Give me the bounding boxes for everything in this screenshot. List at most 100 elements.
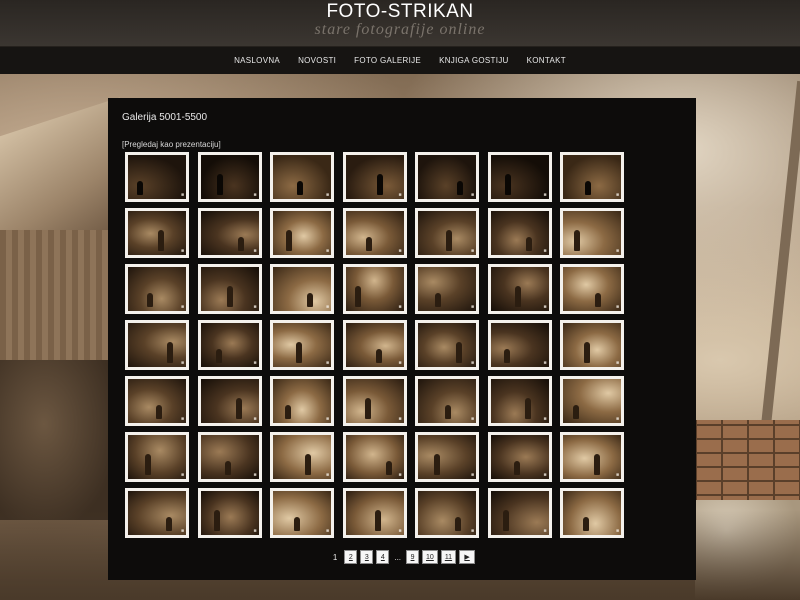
gallery-thumbnail[interactable]: ■	[197, 264, 262, 314]
pagination-page[interactable]: 4	[376, 550, 390, 564]
thumbnail-photo: ■	[128, 323, 186, 367]
watermark-icon: ■	[180, 192, 184, 198]
gallery-thumbnail[interactable]: ■	[560, 208, 624, 258]
gallery-thumbnail[interactable]: ■	[125, 320, 189, 370]
thumbnail-figure	[505, 174, 511, 196]
thumbnail-photo: ■	[418, 267, 476, 311]
gallery-thumbnail[interactable]: ■	[342, 376, 407, 426]
gallery-thumbnail[interactable]: ■	[125, 376, 189, 426]
watermark-icon: ■	[325, 360, 329, 366]
watermark-icon: ■	[253, 416, 257, 422]
thumbnail-photo: ■	[563, 323, 621, 367]
thumbnail-photo: ■	[200, 491, 259, 535]
gallery-thumbnail[interactable]: ■	[125, 488, 189, 538]
thumbnail-figure	[456, 181, 463, 196]
gallery-thumbnail[interactable]: ■	[197, 488, 262, 538]
gallery-thumbnail[interactable]: ■	[487, 320, 552, 370]
gallery-thumbnail[interactable]: ■	[270, 264, 334, 314]
thumbnail-figure	[365, 237, 372, 252]
gallery-thumbnail[interactable]: ■	[342, 432, 407, 482]
gallery-thumbnail[interactable]: ■	[342, 152, 407, 202]
gallery-thumbnail[interactable]: ■	[270, 432, 334, 482]
gallery-thumbnail[interactable]: ■	[270, 376, 334, 426]
watermark-icon: ■	[470, 192, 474, 198]
thumbnail-figure	[146, 293, 153, 308]
gallery-thumbnail[interactable]: ■	[342, 320, 407, 370]
watermark-icon: ■	[470, 528, 474, 534]
gallery-thumbnail[interactable]: ■	[415, 432, 479, 482]
thumbnail-figure	[593, 454, 600, 476]
gallery-thumbnail[interactable]: ■	[270, 208, 334, 258]
gallery-thumbnail[interactable]: ■	[415, 264, 479, 314]
watermark-icon: ■	[180, 248, 184, 254]
gallery-thumbnail[interactable]: ■	[197, 208, 262, 258]
pagination-page[interactable]: 3	[360, 550, 374, 564]
slideshow-link[interactable]: [Pregledaj kao prezentaciju]	[122, 140, 221, 149]
nav-item-novosti[interactable]: NOVOSTI	[298, 56, 336, 65]
nav-item-knjiga-gostiju[interactable]: KNJIGA GOSTIJU	[439, 56, 509, 65]
nav-item-naslovna[interactable]: NASLOVNA	[234, 56, 280, 65]
watermark-icon: ■	[325, 192, 329, 198]
gallery-thumbnail[interactable]: ■	[270, 320, 334, 370]
gallery-thumbnail[interactable]: ■	[342, 208, 407, 258]
watermark-icon: ■	[253, 304, 257, 310]
gallery-thumbnail[interactable]: ■	[270, 152, 334, 202]
background-bricks	[695, 420, 800, 510]
gallery-thumbnail[interactable]: ■	[125, 432, 189, 482]
gallery-thumbnail[interactable]: ■	[487, 488, 552, 538]
gallery-thumbnail[interactable]: ■	[415, 488, 479, 538]
gallery-thumbnail[interactable]: ■	[560, 264, 624, 314]
thumbnail-figure	[513, 461, 520, 476]
thumbnail-photo: ■	[273, 211, 331, 255]
thumbnail-figure	[354, 286, 361, 308]
gallery-thumbnail[interactable]: ■	[487, 152, 552, 202]
gallery-thumbnail[interactable]: ■	[415, 208, 479, 258]
gallery-thumbnail[interactable]: ■	[197, 376, 262, 426]
thumbnail-figure	[295, 342, 302, 364]
gallery-thumbnail[interactable]: ■	[197, 320, 262, 370]
gallery-thumbnail[interactable]: ■	[487, 264, 552, 314]
gallery-thumbnail[interactable]: ■	[197, 152, 262, 202]
gallery-thumbnail[interactable]: ■	[487, 208, 552, 258]
site-title[interactable]: FOTO-STRIKAN	[0, 0, 800, 23]
thumbnail-photo: ■	[418, 435, 476, 479]
thumbnail-figure	[434, 293, 441, 308]
gallery-thumbnail[interactable]: ■	[342, 488, 407, 538]
thumbnail-figure	[385, 461, 392, 476]
thumbnail-figure	[236, 398, 243, 420]
pagination-page[interactable]: 2	[344, 550, 358, 564]
gallery-thumbnail[interactable]: ■	[560, 376, 624, 426]
thumbnail-figure	[294, 517, 301, 532]
gallery-thumbnail[interactable]: ■	[560, 432, 624, 482]
gallery-thumbnail[interactable]: ■	[487, 376, 552, 426]
watermark-icon: ■	[398, 304, 402, 310]
watermark-icon: ■	[253, 248, 257, 254]
gallery-thumbnail[interactable]: ■	[125, 264, 189, 314]
gallery-thumbnail[interactable]: ■	[560, 488, 624, 538]
pagination-next-button[interactable]: ▶	[459, 550, 476, 564]
gallery-thumbnail[interactable]: ■	[125, 152, 189, 202]
thumbnail-photo: ■	[490, 379, 549, 423]
gallery-thumbnail[interactable]: ■	[415, 152, 479, 202]
watermark-icon: ■	[543, 528, 547, 534]
gallery-thumbnail[interactable]: ■	[415, 376, 479, 426]
nav-item-foto-galerije[interactable]: FOTO GALERIJE	[354, 56, 421, 65]
gallery-thumbnail[interactable]: ■	[342, 264, 407, 314]
pagination-page[interactable]: 10	[422, 550, 438, 564]
gallery-thumbnail[interactable]: ■	[197, 432, 262, 482]
thumbnail-figure	[445, 230, 452, 252]
thumbnail-figure	[376, 174, 383, 196]
nav-item-kontakt[interactable]: KONTAKT	[527, 56, 566, 65]
gallery-thumbnail[interactable]: ■	[560, 320, 624, 370]
pagination-page[interactable]: 9	[406, 550, 420, 564]
gallery-thumbnail[interactable]: ■	[270, 488, 334, 538]
watermark-icon: ■	[398, 472, 402, 478]
gallery-thumbnail[interactable]: ■	[415, 320, 479, 370]
watermark-icon: ■	[253, 472, 257, 478]
thumbnail-photo: ■	[563, 435, 621, 479]
gallery-thumbnail[interactable]: ■	[487, 432, 552, 482]
gallery-thumbnail[interactable]: ■	[560, 152, 624, 202]
pagination-page[interactable]: 11	[440, 550, 457, 564]
thumbnail-photo: ■	[418, 211, 476, 255]
gallery-thumbnail[interactable]: ■	[125, 208, 189, 258]
